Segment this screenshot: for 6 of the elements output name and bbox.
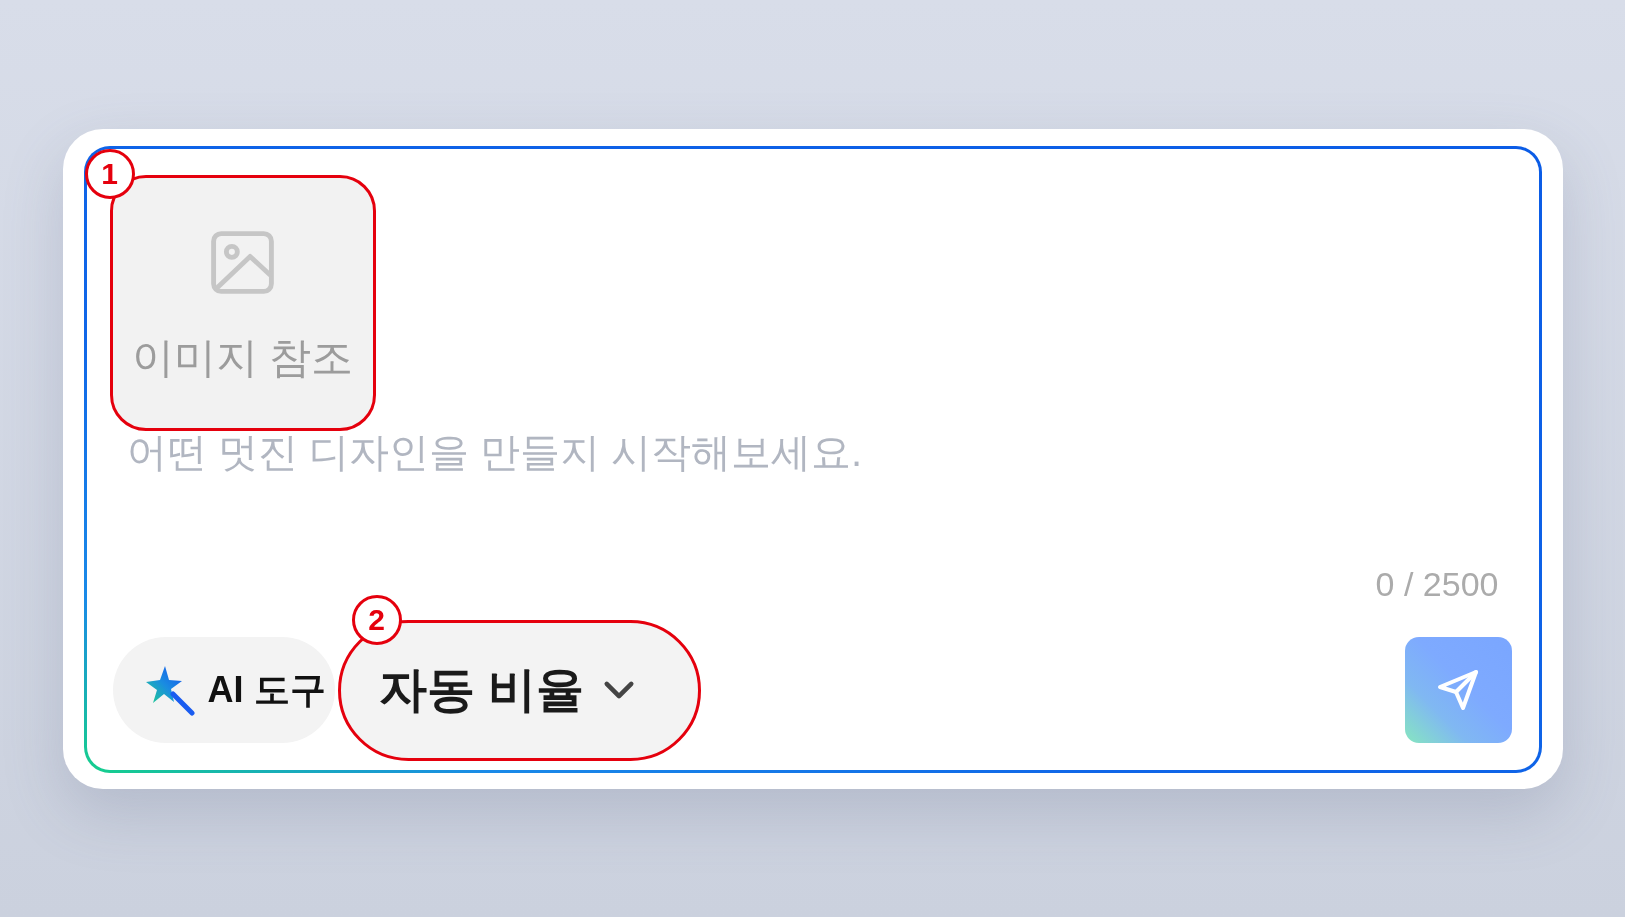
annotation-number: 2 [351, 594, 402, 645]
annotation-number: 1 [84, 148, 135, 199]
prompt-field[interactable]: 어떤 멋진 디자인을 만들지 시작해보세요. [109, 430, 1512, 566]
send-button[interactable] [1404, 637, 1512, 743]
character-counter: 0 / 2500 [1375, 565, 1499, 602]
ai-tools-button[interactable]: AI 도구 [112, 637, 335, 743]
